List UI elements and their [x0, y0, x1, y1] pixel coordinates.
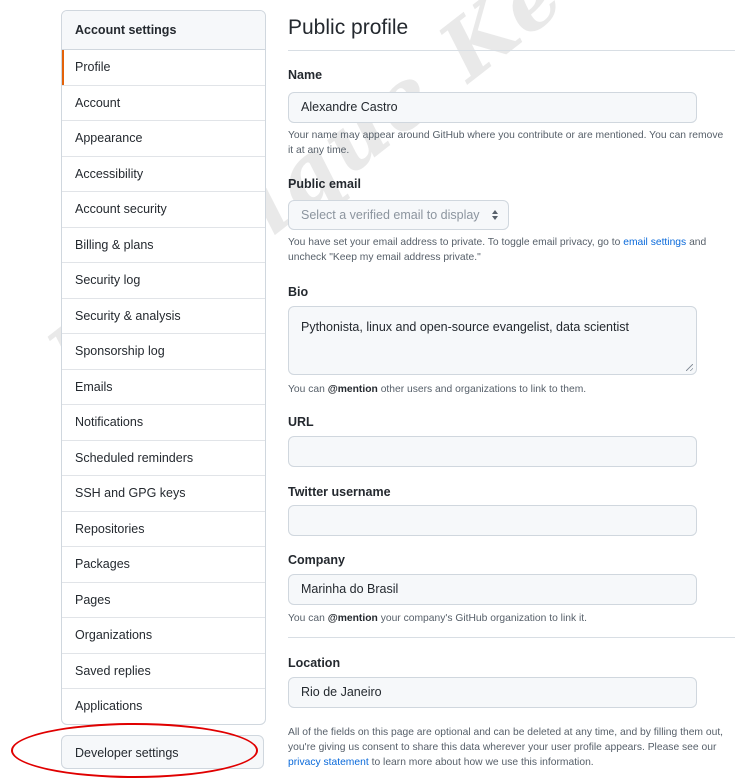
sidebar-item-repositories[interactable]: Repositories: [62, 512, 265, 547]
select-caret-icon: [491, 209, 499, 221]
sidebar-item-security-analysis[interactable]: Security & analysis: [62, 299, 265, 334]
sidebar-item-profile[interactable]: Profile: [62, 50, 265, 86]
name-note: Your name may appear around GitHub where…: [288, 130, 724, 156]
company-note: You can @mention your company's GitHub o…: [288, 611, 728, 626]
title-divider: [288, 50, 735, 51]
sidebar-item-billing-plans[interactable]: Billing & plans: [62, 228, 265, 263]
email-settings-link[interactable]: email settings: [623, 237, 686, 248]
sidebar-item-organizations[interactable]: Organizations: [62, 618, 265, 654]
public-email-note: You have set your email address to priva…: [288, 235, 728, 265]
sidebar-item-packages[interactable]: Packages: [62, 547, 265, 583]
location-label: Location: [288, 656, 341, 670]
resize-handle-icon[interactable]: [686, 364, 693, 371]
sidebar-item-notifications[interactable]: Notifications: [62, 405, 265, 441]
company-input[interactable]: Marinha do Brasil: [288, 574, 697, 605]
sidebar-item-appearance[interactable]: Appearance: [62, 121, 265, 157]
footer-text-2: to learn more about how we use this info…: [371, 757, 594, 768]
footer-text: All of the fields on this page are optio…: [288, 727, 724, 753]
url-input[interactable]: [288, 436, 697, 467]
bio-note-text-2: other users and organizations to link to…: [380, 384, 587, 395]
public-email-note-text: You have set your email address to priva…: [288, 237, 621, 248]
location-input[interactable]: Rio de Janeiro: [288, 677, 697, 708]
settings-sidebar: Account settings Profile Account Appearanc…: [61, 10, 266, 725]
sidebar-item-account[interactable]: Account: [62, 86, 265, 121]
sidebar-items: Profile Account Appearance Accessibility Acc…: [62, 50, 265, 724]
developer-settings-link[interactable]: Developer settings: [61, 735, 264, 769]
section-divider: [288, 637, 735, 638]
sidebar-item-pages[interactable]: Pages: [62, 583, 265, 618]
bio-note-mention: @mention: [327, 384, 378, 395]
twitter-label: Twitter username: [288, 485, 391, 499]
name-label: Name: [288, 68, 323, 82]
company-note-text: You can: [288, 613, 325, 624]
sidebar-item-saved-replies[interactable]: Saved replies: [62, 654, 265, 689]
twitter-input[interactable]: [288, 505, 697, 536]
company-label: Company: [288, 553, 345, 567]
sidebar-item-sponsorship-log[interactable]: Sponsorship log: [62, 334, 265, 370]
bio-note: You can @mention other users and organiz…: [288, 382, 728, 397]
public-email-label: Public email: [288, 177, 361, 191]
company-note-text-2: your company's GitHub organization to li…: [380, 613, 587, 624]
footer-note: All of the fields on this page are optio…: [288, 725, 728, 770]
sidebar-item-applications[interactable]: Applications: [62, 689, 265, 724]
bio-label: Bio: [288, 285, 309, 299]
privacy-statement-link[interactable]: privacy statement: [288, 757, 369, 768]
sidebar-item-ssh-and-gpg-keys[interactable]: SSH and GPG keys: [62, 476, 265, 512]
public-email-select[interactable]: Select a verified email to display: [288, 200, 509, 230]
sidebar-item-scheduled-reminders[interactable]: Scheduled reminders: [62, 441, 265, 476]
bio-note-text: You can: [288, 384, 325, 395]
sidebar-item-accessibility[interactable]: Accessibility: [62, 157, 265, 192]
page-title: Public profile: [288, 16, 409, 39]
public-email-select-value: Select a verified email to display: [301, 208, 480, 222]
bio-value: Pythonista, linux and open-source evange…: [301, 320, 629, 334]
name-input[interactable]: Alexandre Castro: [288, 92, 697, 123]
sidebar-item-account-security[interactable]: Account security: [62, 192, 265, 228]
sidebar-item-emails[interactable]: Emails: [62, 370, 265, 405]
bio-textarea[interactable]: Pythonista, linux and open-source evange…: [288, 306, 697, 375]
sidebar-item-security-log[interactable]: Security log: [62, 263, 265, 299]
sidebar-header: Account settings: [62, 11, 265, 50]
url-label: URL: [288, 415, 314, 429]
company-note-mention: @mention: [327, 613, 378, 624]
